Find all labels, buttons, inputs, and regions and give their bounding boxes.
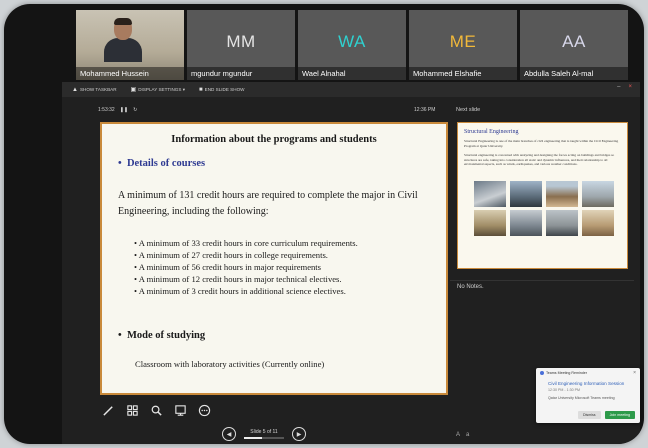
presenter-toolbar: ▲ SHOW TASKBAR ▣ DISPLAY SETTINGS ▾ ■ EN… xyxy=(62,82,640,97)
participant-tile[interactable]: MM mgundur mgundur xyxy=(187,10,295,80)
list-item: A minimum of 56 credit hours in major re… xyxy=(134,261,438,273)
participant-name: Mohammed Hussein xyxy=(76,67,184,80)
slide-counter-group: Slide 5 of 11 xyxy=(244,429,284,439)
close-button[interactable]: × xyxy=(628,84,632,90)
slide-progress-bar xyxy=(244,437,284,439)
next-slide-paragraph: Structural Engineering is one of the mai… xyxy=(464,139,619,148)
slide-navigation: ◀ Slide 5 of 11 ▶ xyxy=(222,427,306,441)
participant-tile[interactable]: AA Abdulla Saleh Al-mal xyxy=(520,10,628,80)
participant-initials: AA xyxy=(562,32,586,51)
end-slide-show-label: END SLIDE SHOW xyxy=(204,87,245,92)
structure-photo xyxy=(582,210,614,236)
increase-font-icon[interactable]: A xyxy=(456,432,460,438)
screen-frame: Mohammed Hussein MM mgundur mgundur WA W… xyxy=(4,4,644,444)
timer-value: 1:53:32 xyxy=(98,107,115,113)
list-item: A minimum of 27 credit hours in college … xyxy=(134,249,438,261)
structure-photo xyxy=(510,181,542,207)
meeting-reminder-toast: Teams Meeting Reminder × Civil Engineeri… xyxy=(536,368,640,423)
timer: 1:53:32 ❚❚ ↻ xyxy=(98,107,137,113)
participant-strip: Mohammed Hussein MM mgundur mgundur WA W… xyxy=(76,10,628,80)
participant-initials: WA xyxy=(338,32,366,51)
list-item: A minimum of 12 credit hours in major te… xyxy=(134,273,438,285)
display-settings-button[interactable]: ▣ DISPLAY SETTINGS ▾ xyxy=(130,86,186,94)
next-slide-images xyxy=(474,181,614,236)
pen-icon[interactable] xyxy=(100,402,116,418)
black-screen-icon[interactable] xyxy=(172,402,188,418)
decrease-font-icon[interactable]: a xyxy=(466,432,469,438)
participant-name: Abdulla Saleh Al-mal xyxy=(520,67,628,80)
list-item: A minimum of 3 credit hours in additiona… xyxy=(134,285,438,297)
join-meeting-button[interactable]: Join meeting xyxy=(604,411,635,419)
taskbar-icon: ▲ xyxy=(72,86,78,93)
close-icon[interactable]: × xyxy=(633,370,636,376)
next-slide-paragraph: Structural engineering is concerned with… xyxy=(464,153,615,167)
window-controls: – × xyxy=(617,84,632,90)
participant-video-feed xyxy=(104,18,142,62)
see-all-slides-icon[interactable] xyxy=(124,402,140,418)
mode-text: Classroom with laboratory activities (Cu… xyxy=(135,359,325,369)
participant-initials: MM xyxy=(226,32,256,51)
show-taskbar-button[interactable]: ▲ SHOW TASKBAR xyxy=(72,87,117,93)
end-slide-show-button[interactable]: ■ END SLIDE SHOW xyxy=(199,87,244,93)
structure-photo xyxy=(510,210,542,236)
toast-app-name: Teams Meeting Reminder xyxy=(546,371,587,375)
slide-paragraph: A minimum of 131 credit hours are requir… xyxy=(118,190,418,217)
zoom-icon[interactable] xyxy=(148,402,164,418)
structure-photo xyxy=(474,210,506,236)
structure-photo xyxy=(546,181,578,207)
toast-time: 12:30 PM - 1:30 PM xyxy=(548,388,580,392)
minimize-button[interactable]: – xyxy=(617,84,620,90)
structure-photo xyxy=(474,181,506,207)
restart-icon[interactable]: ↻ xyxy=(133,107,137,113)
calendar-icon xyxy=(540,371,544,375)
next-slide-preview[interactable]: Structural Engineering Structural Engine… xyxy=(457,122,628,269)
monitor-icon: ▣ xyxy=(130,87,137,93)
toast-actions: Dismiss Join meeting xyxy=(578,411,635,419)
notes-text: No Notes. xyxy=(457,284,484,290)
more-options-icon[interactable] xyxy=(196,402,212,418)
toast-body: Qatar University Microsoft Teams meeting xyxy=(548,396,615,400)
stop-icon: ■ xyxy=(199,86,203,93)
clock: 12:36 PM xyxy=(414,107,436,113)
slide-counter: Slide 5 of 11 xyxy=(250,429,278,435)
participant-tile[interactable]: WA Wael Alnahal xyxy=(298,10,406,80)
participant-tile-video[interactable]: Mohammed Hussein xyxy=(76,10,184,80)
next-slide-button[interactable]: ▶ xyxy=(292,427,306,441)
pause-icon[interactable]: ❚❚ xyxy=(120,107,128,113)
annotation-tools xyxy=(100,402,212,418)
structure-photo xyxy=(546,210,578,236)
next-slide-label: Next slide xyxy=(456,107,481,113)
previous-slide-button[interactable]: ◀ xyxy=(222,427,236,441)
details-heading: • Details of courses xyxy=(118,158,206,169)
participant-name: Mohammed Elshafie xyxy=(409,67,517,80)
structure-photo xyxy=(582,181,614,207)
toast-header: Teams Meeting Reminder xyxy=(540,371,587,375)
slide-progress-fill xyxy=(244,437,262,439)
next-slide-title: Structural Engineering xyxy=(464,129,519,135)
participant-name: Wael Alnahal xyxy=(298,67,406,80)
slide-title: Information about the programs and stude… xyxy=(171,134,377,145)
notes-font-controls: A a xyxy=(456,432,469,438)
participant-tile[interactable]: ME Mohammed Elshafie xyxy=(409,10,517,80)
participant-name: mgundur mgundur xyxy=(187,67,295,80)
mode-heading: • Mode of studying xyxy=(118,330,206,341)
show-taskbar-label: SHOW TASKBAR xyxy=(79,87,117,92)
dismiss-button[interactable]: Dismiss xyxy=(578,411,601,419)
current-slide: Information about the programs and stude… xyxy=(100,122,448,395)
list-item: A minimum of 33 credit hours in core cur… xyxy=(134,237,438,249)
participant-initials: ME xyxy=(449,32,477,51)
requirements-list: A minimum of 33 credit hours in core cur… xyxy=(134,237,438,297)
toast-title[interactable]: Civil Engineering Information Session xyxy=(548,381,624,386)
display-settings-label: DISPLAY SETTINGS ▾ xyxy=(138,86,186,92)
